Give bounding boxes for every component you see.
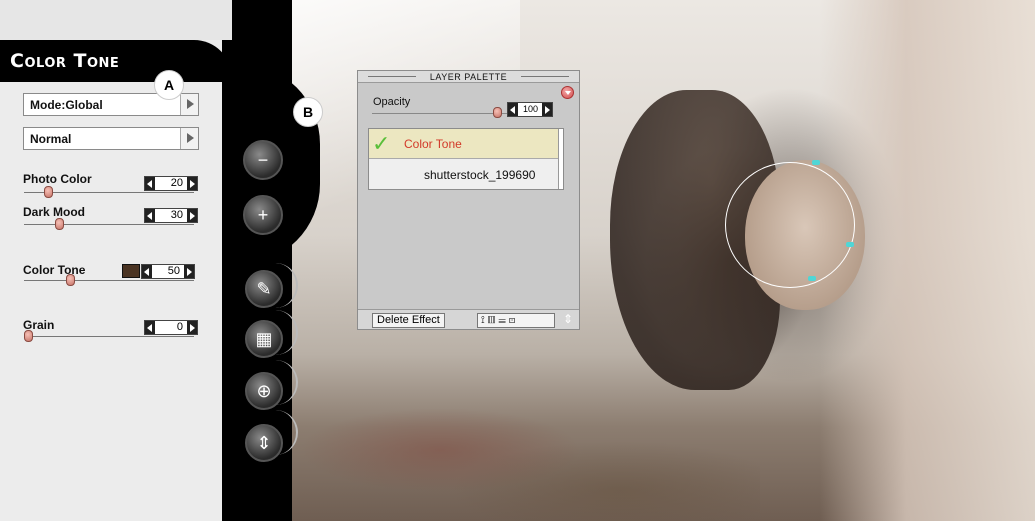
selection-handle[interactable]: [808, 276, 816, 281]
increment-arrow-icon[interactable]: [187, 177, 197, 190]
increment-arrow-icon[interactable]: [542, 103, 552, 116]
layer-palette[interactable]: LAYER PALETTE Opacity 100 ✓ Color Tone s…: [357, 70, 580, 330]
stepper-value[interactable]: 0: [177, 321, 183, 334]
stepper-value[interactable]: 20: [171, 177, 183, 190]
target-icon[interactable]: ⊕: [245, 372, 283, 410]
selection-handle[interactable]: [846, 242, 854, 247]
stepper-photo-color[interactable]: 20: [144, 176, 198, 191]
chevron-right-icon[interactable]: [180, 94, 198, 115]
param-label-photo-color: Photo Color: [23, 172, 92, 186]
slider-thumb-photo-color[interactable]: [44, 186, 53, 198]
layer-palette-title: LAYER PALETTE: [429, 72, 508, 82]
increment-arrow-icon[interactable]: [187, 209, 197, 222]
stepper-value[interactable]: 30: [171, 209, 183, 222]
layer-row-photo[interactable]: shutterstock_199690: [369, 160, 563, 190]
expand-icon[interactable]: ⇕: [245, 424, 283, 462]
decrement-arrow-icon[interactable]: [145, 209, 155, 222]
stepper-color-tone[interactable]: 50: [141, 264, 195, 279]
slider-thumb-color-tone[interactable]: [66, 274, 75, 286]
layer-list-scrollbar[interactable]: [558, 129, 563, 189]
decrement-arrow-icon[interactable]: [142, 265, 152, 278]
opacity-stepper[interactable]: 100: [507, 102, 553, 117]
blend-mode-dropdown[interactable]: Normal: [23, 127, 199, 150]
opacity-value[interactable]: 100: [523, 103, 538, 116]
palette-menu-icon[interactable]: [561, 86, 574, 99]
panel-title: Color Tone: [10, 50, 120, 72]
slider-track-grain[interactable]: [24, 336, 194, 337]
delete-effect-button[interactable]: Delete Effect: [372, 313, 445, 328]
opacity-label: Opacity: [373, 96, 411, 108]
remove-brush-icon[interactable]: −: [243, 140, 283, 180]
layer-tools-icon-group[interactable]: ⟟▥☰⊡: [477, 313, 555, 328]
layer-palette-titlebar[interactable]: LAYER PALETTE: [358, 71, 579, 83]
color-swatch[interactable]: [122, 264, 140, 278]
layer-palette-footer: Delete Effect ⟟▥☰⊡ ⇕: [358, 309, 579, 329]
callout-a: A: [154, 70, 184, 100]
param-label-dark-mood: Dark Mood: [23, 205, 86, 219]
increment-arrow-icon[interactable]: [184, 265, 194, 278]
panel-top-strip: [0, 0, 232, 40]
brush-icon[interactable]: ✎: [245, 270, 283, 308]
opacity-slider-thumb[interactable]: [493, 107, 502, 118]
chevron-right-icon[interactable]: [180, 128, 198, 149]
opacity-slider-track[interactable]: [372, 113, 512, 114]
stepper-value[interactable]: 50: [168, 265, 180, 278]
layer-name: Color Tone: [404, 137, 462, 151]
mode-dropdown-label: Mode:Global: [30, 98, 103, 112]
resize-arrows-icon[interactable]: ⇕: [563, 311, 573, 327]
slider-thumb-grain[interactable]: [24, 330, 33, 342]
blend-mode-dropdown-label: Normal: [30, 132, 72, 146]
decrement-arrow-icon[interactable]: [508, 103, 518, 116]
decrement-arrow-icon[interactable]: [145, 177, 155, 190]
decrement-arrow-icon[interactable]: [145, 321, 155, 334]
selection-handle[interactable]: [812, 160, 820, 165]
layer-list: ✓ Color Tone shutterstock_199690: [368, 128, 564, 190]
texture-icon[interactable]: ▦: [245, 320, 283, 358]
stepper-grain[interactable]: 0: [144, 320, 198, 335]
stepper-dark-mood[interactable]: 30: [144, 208, 198, 223]
checkmark-icon[interactable]: ✓: [372, 131, 390, 157]
slider-thumb-dark-mood[interactable]: [55, 218, 64, 230]
add-brush-icon[interactable]: +: [243, 195, 283, 235]
slider-track-dark-mood[interactable]: [24, 224, 194, 225]
increment-arrow-icon[interactable]: [187, 321, 197, 334]
callout-b: B: [293, 97, 323, 127]
layer-row-color-tone[interactable]: ✓ Color Tone: [369, 129, 563, 159]
slider-track-color-tone[interactable]: [24, 280, 194, 281]
param-label-color-tone: Color Tone: [23, 263, 86, 277]
layer-name: shutterstock_199690: [424, 168, 536, 182]
face-selection-ring[interactable]: [725, 162, 855, 288]
